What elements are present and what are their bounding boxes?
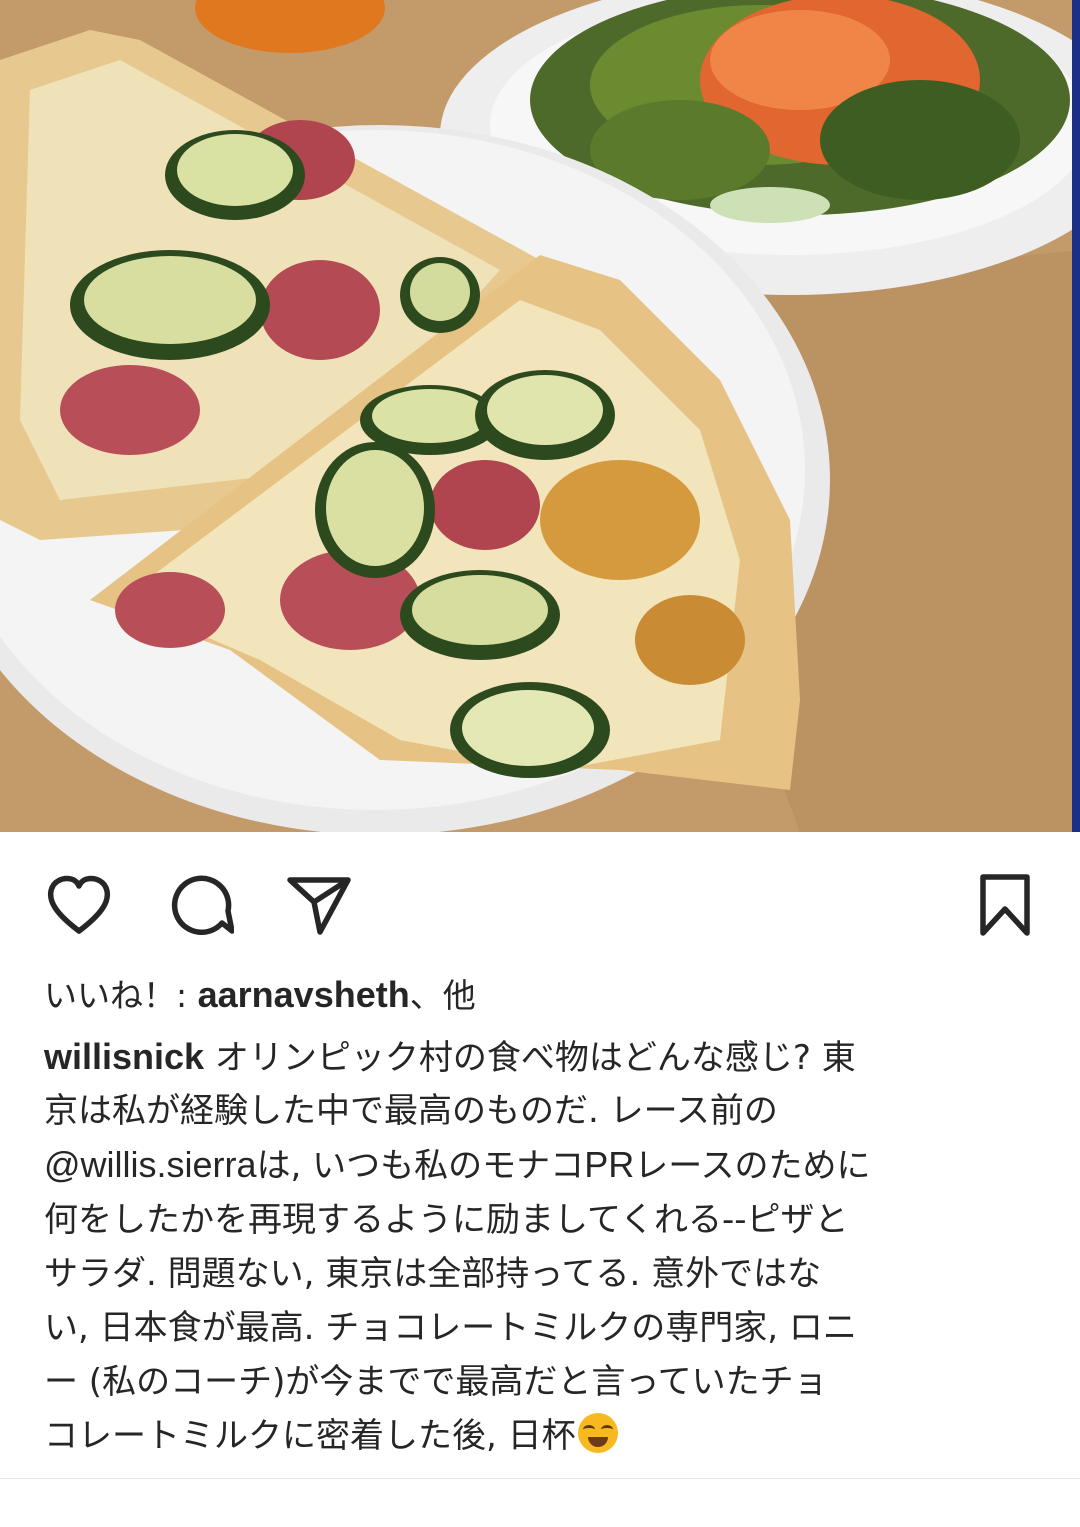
caption-text: ー (私のコーチ)が今までで最高だと言っていたチョ: [44, 1362, 828, 1403]
bookmark-icon: [980, 874, 1030, 936]
liked-by-line: いいね！: aarnavsheth、他: [44, 968, 1044, 1023]
save-button[interactable]: [970, 870, 1040, 940]
divider: [0, 1478, 1080, 1479]
caption-text: は, いつも私のモナコ: [256, 1146, 585, 1187]
caption-line: サラダ. 問題ない, 東京は全部持ってる. 意外ではな: [44, 1247, 1044, 1301]
caption-text: オリンピック村の食べ物はどんな感じ? 東: [214, 1038, 856, 1078]
pizza-salad-photo: [0, 0, 1080, 832]
caption-line: コレートミルクに密着した後, 日杯: [44, 1409, 1044, 1463]
caption-text: サラダ. 問題ない, 東京は全部持ってる. 意外ではな: [44, 1253, 822, 1294]
share-button[interactable]: [284, 870, 354, 940]
caption-text: 京は私が経験した中で最高のものだ. レース前の: [44, 1091, 778, 1132]
caption-text: PR: [584, 1144, 635, 1186]
post-photo[interactable]: [0, 0, 1080, 832]
like-button[interactable]: [44, 870, 114, 940]
comment-button[interactable]: [166, 870, 236, 940]
send-icon: [287, 877, 351, 935]
caption-line: ー (私のコーチ)が今までで最高だと言っていたチョ: [44, 1355, 1044, 1409]
photo-edge: [1072, 0, 1080, 832]
caption-line: @willis.sierraは, いつも私のモナコPRレースのために: [44, 1138, 1044, 1192]
caption-line: 京は私が経験した中で最高のものだ. レース前の: [44, 1084, 1044, 1138]
caption-text: コレートミルクに密着した後, 日杯: [44, 1416, 576, 1457]
caption-line: い, 日本食が最高. チョコレートミルクの専門家, ロニ: [44, 1301, 1044, 1355]
post-action-bar: [0, 860, 1080, 944]
comment-icon: [171, 875, 234, 935]
caption-line: willisnick オリンピック村の食べ物はどんな感じ? 東: [44, 1030, 1044, 1084]
caption-text: レースのために: [634, 1146, 871, 1187]
liked-by-prefix: いいね！:: [44, 976, 198, 1015]
caption-text: い, 日本食が最高. チョコレートミルクの専門家, ロニ: [44, 1307, 857, 1348]
liked-by-user-link[interactable]: aarnavsheth: [198, 974, 410, 1015]
caption-text: 何をしたかを再現するように励ましてくれる--ピザと: [44, 1199, 849, 1240]
post-caption: willisnick オリンピック村の食べ物はどんな感じ? 東 京は私が経験した…: [44, 1030, 1044, 1464]
author-username-link[interactable]: willisnick: [44, 1036, 204, 1077]
laughing-emoji-icon: [577, 1413, 618, 1454]
heart-icon: [47, 875, 111, 934]
caption-line: 何をしたかを再現するように励ましてくれる--ピザと: [44, 1193, 1044, 1247]
liked-by-suffix[interactable]: 、他: [410, 976, 476, 1015]
mention-link[interactable]: @willis.sierra: [44, 1144, 257, 1185]
